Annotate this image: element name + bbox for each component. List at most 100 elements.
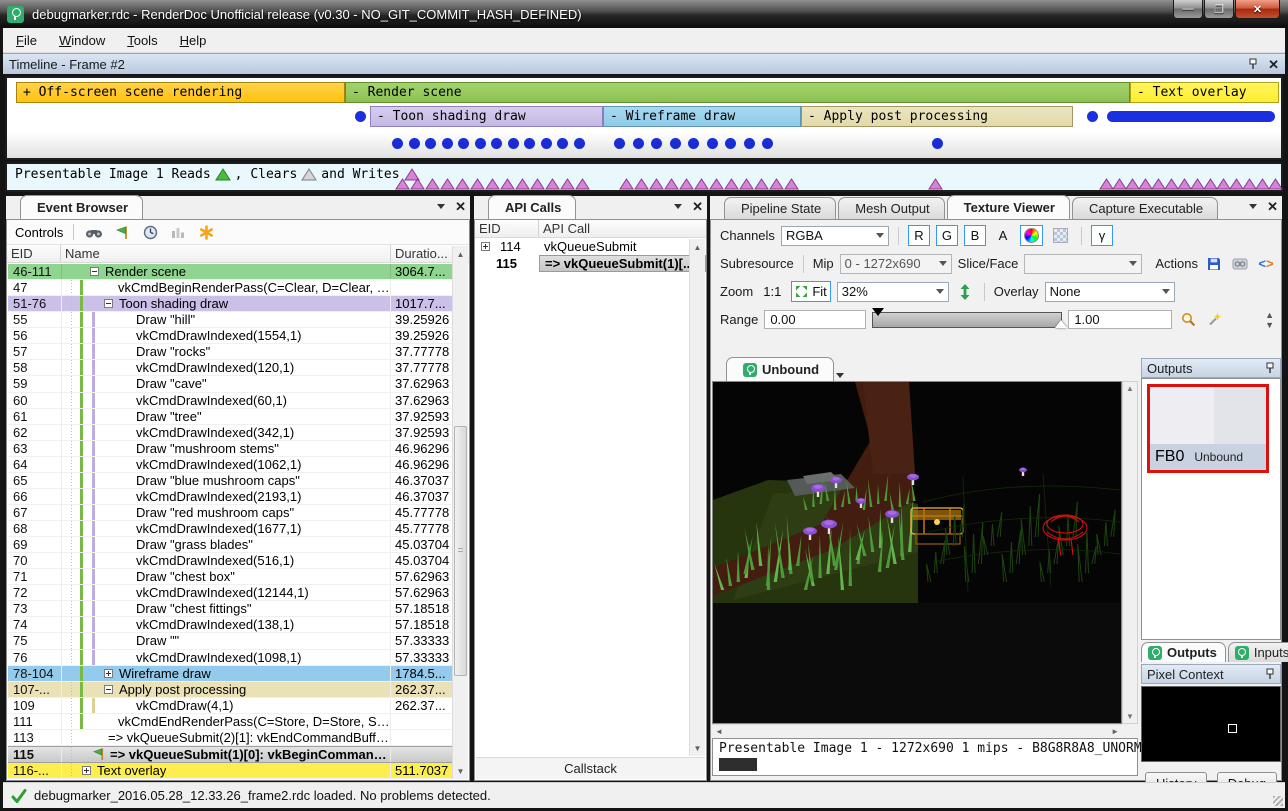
write-marker-icon[interactable] bbox=[410, 178, 425, 190]
menu-file[interactable]: File bbox=[7, 30, 46, 51]
timeline-panel[interactable]: + Off-screen scene rendering- Render sce… bbox=[5, 76, 1283, 160]
menu-help[interactable]: Help bbox=[171, 30, 216, 51]
event-table-header[interactable]: EID Name Duratio... bbox=[7, 245, 469, 263]
event-row-59[interactable]: 59Draw "cave"37.62963 bbox=[8, 376, 452, 392]
event-row-115[interactable]: 115=> vkQueueSubmit(1)[0]: vkBeginComman… bbox=[8, 746, 452, 763]
texture-image-viewport[interactable] bbox=[712, 381, 1122, 724]
draw-event-dot[interactable] bbox=[1087, 111, 1098, 122]
event-row-76[interactable]: 76vkCmdDrawIndexed(1098,1)57.33333 bbox=[8, 650, 452, 666]
tab-texture-unbound[interactable]: Unbound bbox=[726, 357, 834, 381]
channel-b-toggle[interactable]: B bbox=[964, 225, 986, 246]
minimize-button[interactable]: — bbox=[1173, 0, 1203, 19]
write-marker-icon[interactable] bbox=[694, 178, 709, 190]
write-marker-icon[interactable] bbox=[769, 178, 784, 190]
timeline-bar[interactable]: - Text overlay bbox=[1130, 82, 1279, 103]
texture-hscrollbar[interactable]: ◄► bbox=[712, 724, 1122, 738]
write-marker-icon[interactable] bbox=[485, 178, 500, 190]
tab-capture-executable[interactable]: Capture Executable bbox=[1072, 197, 1218, 219]
scroll-down-icon[interactable]: ▼ bbox=[453, 763, 468, 779]
tree-expander-icon[interactable] bbox=[82, 766, 91, 775]
write-marker-icon[interactable] bbox=[724, 178, 739, 190]
slice-face-select[interactable] bbox=[1024, 254, 1142, 274]
timeline-bar[interactable]: - Render scene bbox=[345, 82, 1130, 103]
channel-g-toggle[interactable]: G bbox=[936, 225, 958, 246]
tree-expander-icon[interactable] bbox=[481, 242, 490, 251]
event-row-62[interactable]: 62vkCmdDrawIndexed(342,1)37.92593 bbox=[8, 425, 452, 441]
range-white-handle[interactable] bbox=[1055, 320, 1067, 328]
write-marker-icon[interactable] bbox=[530, 178, 545, 190]
range-min-input[interactable]: 0.00 bbox=[764, 310, 866, 329]
menu-tools[interactable]: Tools bbox=[118, 30, 166, 51]
resize-grip[interactable] bbox=[1273, 796, 1283, 806]
write-marker-icon[interactable] bbox=[619, 178, 634, 190]
channel-r-toggle[interactable]: R bbox=[908, 225, 930, 246]
event-row-68[interactable]: 68vkCmdDrawIndexed(1677,1)45.77778 bbox=[8, 521, 452, 537]
toolbar-overflow-icon[interactable]: ▲▼ bbox=[1265, 310, 1274, 330]
timeline-bar[interactable]: - Apply post processing bbox=[801, 106, 1073, 127]
write-marker-icon[interactable] bbox=[928, 178, 943, 190]
write-marker-icon[interactable] bbox=[784, 178, 799, 190]
clock-icon[interactable] bbox=[140, 223, 160, 241]
overlay-select[interactable]: None bbox=[1045, 282, 1175, 302]
event-row-57[interactable]: 57Draw "rocks"37.77778 bbox=[8, 344, 452, 360]
tab-inputs[interactable]: Inputs bbox=[1228, 642, 1288, 662]
timeline-close-icon[interactable]: ✕ bbox=[1268, 58, 1279, 71]
event-row-71[interactable]: 71Draw "chest box"57.62963 bbox=[8, 569, 452, 585]
tab-texture-viewer[interactable]: Texture Viewer bbox=[947, 195, 1070, 219]
timeline-bar[interactable]: - Wireframe draw bbox=[603, 106, 801, 127]
event-row-109[interactable]: 109vkCmdDraw(4,1)262.37... bbox=[8, 698, 452, 714]
callstack-footer[interactable]: Callstack bbox=[476, 757, 705, 779]
tab-pipeline-state[interactable]: Pipeline State bbox=[724, 197, 836, 219]
api-calls-close-icon[interactable]: ✕ bbox=[692, 200, 703, 213]
tab-event-browser[interactable]: Event Browser bbox=[20, 195, 143, 219]
checker-backdrop-toggle[interactable] bbox=[1049, 225, 1072, 246]
zoom-1to1-button[interactable]: 1:1 bbox=[759, 281, 785, 302]
search-icon[interactable] bbox=[84, 223, 104, 241]
texture-viewer-close-icon[interactable]: ✕ bbox=[1267, 200, 1278, 213]
write-marker-icon[interactable] bbox=[515, 178, 530, 190]
pin-icon[interactable] bbox=[1265, 362, 1275, 374]
mip-select[interactable]: 0 - 1272x690 bbox=[840, 254, 952, 274]
event-row-63[interactable]: 63Draw "mushroom stems"46.96296 bbox=[8, 441, 452, 457]
tree-expander-icon[interactable] bbox=[104, 299, 113, 308]
tree-expander-icon[interactable] bbox=[104, 685, 113, 694]
write-marker-icon[interactable] bbox=[545, 178, 560, 190]
event-row-111[interactable]: 111vkCmdEndRenderPass(C=Store, D=Store, … bbox=[8, 714, 452, 730]
texture-tabs-menu-icon[interactable] bbox=[836, 373, 844, 378]
event-row-65[interactable]: 65Draw "blue mushroom caps"46.37037 bbox=[8, 473, 452, 489]
api-call-row-114[interactable]: 114vkQueueSubmit bbox=[475, 238, 706, 255]
tab-mesh-output[interactable]: Mesh Output bbox=[838, 197, 944, 219]
write-marker-icon[interactable] bbox=[560, 178, 575, 190]
tab-outputs[interactable]: Outputs bbox=[1141, 642, 1226, 662]
event-row-55[interactable]: 55Draw "hill"39.25926 bbox=[8, 312, 452, 328]
draw-event-dot[interactable] bbox=[355, 111, 366, 122]
channel-a-toggle[interactable]: A bbox=[992, 225, 1014, 246]
write-marker-icon[interactable] bbox=[649, 178, 664, 190]
write-marker-icon[interactable] bbox=[575, 178, 590, 190]
write-marker-icon[interactable] bbox=[440, 178, 455, 190]
event-row-61[interactable]: 61Draw "tree"37.92593 bbox=[8, 409, 452, 425]
write-marker-icon[interactable] bbox=[679, 178, 694, 190]
timeline-bar[interactable]: + Off-screen scene rendering bbox=[16, 82, 345, 103]
scroll-up-icon[interactable]: ▲ bbox=[453, 246, 468, 262]
color-wheel-toggle[interactable] bbox=[1020, 225, 1043, 246]
write-marker-icon[interactable] bbox=[500, 178, 515, 190]
event-row-70[interactable]: 70vkCmdDrawIndexed(516,1)45.03704 bbox=[8, 553, 452, 569]
pixel-context-header[interactable]: Pixel Context bbox=[1141, 664, 1281, 684]
write-marker-icon[interactable] bbox=[664, 178, 679, 190]
event-row-107-...[interactable]: 107-...Apply post processing262.37... bbox=[8, 682, 452, 698]
scroll-up-icon[interactable]: ▲ bbox=[690, 239, 705, 255]
event-row-74[interactable]: 74vkCmdDrawIndexed(138,1)57.18518 bbox=[8, 617, 452, 633]
event-row-51-76[interactable]: 51-76Toon shading draw1017.7... bbox=[8, 296, 452, 312]
outputs-header[interactable]: Outputs bbox=[1141, 358, 1281, 378]
asterisk-icon[interactable] bbox=[196, 223, 216, 241]
api-table-header[interactable]: EID API Call bbox=[475, 220, 706, 238]
write-marker-icon[interactable] bbox=[1268, 178, 1283, 190]
write-marker-icon[interactable] bbox=[739, 178, 754, 190]
gamma-toggle[interactable]: γ bbox=[1091, 225, 1113, 246]
range-slider[interactable] bbox=[872, 312, 1062, 328]
magnifier-icon[interactable] bbox=[1178, 311, 1198, 329]
event-row-67[interactable]: 67Draw "red mushroom caps"45.77778 bbox=[8, 505, 452, 521]
pin-icon[interactable] bbox=[1248, 58, 1258, 70]
flip-y-icon[interactable] bbox=[955, 283, 975, 301]
